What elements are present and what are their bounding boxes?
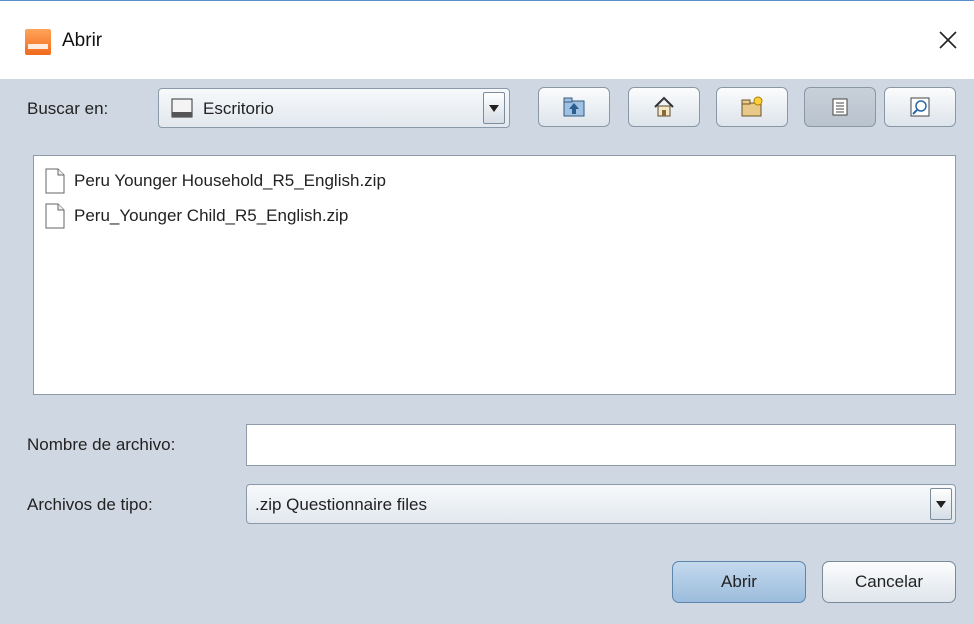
open-button[interactable]: Abrir [672, 561, 806, 603]
new-folder-button[interactable] [716, 87, 788, 127]
app-icon [25, 29, 51, 55]
close-icon [939, 31, 957, 49]
close-button[interactable] [925, 17, 971, 63]
list-view-button[interactable] [804, 87, 876, 127]
new-folder-icon [741, 96, 763, 117]
cancel-button[interactable]: Cancelar [822, 561, 956, 603]
home-icon [654, 96, 674, 117]
chevron-down-icon[interactable] [930, 488, 952, 520]
filetype-value: .zip Questionnaire files [255, 495, 427, 514]
file-item[interactable]: Peru_Younger Child_R5_English.zip [44, 201, 348, 231]
filetype-label: Archivos de tipo: [27, 495, 153, 514]
up-folder-button[interactable] [538, 87, 610, 127]
filename-input[interactable] [246, 424, 956, 466]
title-bar: Abrir [0, 0, 974, 79]
details-view-button[interactable] [884, 87, 956, 127]
chevron-down-icon[interactable] [483, 92, 505, 124]
desktop-icon [171, 98, 193, 118]
home-button[interactable] [628, 87, 700, 127]
file-item[interactable]: Peru Younger Household_R5_English.zip [44, 166, 386, 196]
list-view-icon [832, 98, 848, 116]
look-in-value: Escritorio [203, 99, 274, 118]
file-icon [45, 203, 65, 229]
window-title: Abrir [62, 30, 103, 51]
details-view-icon [910, 97, 930, 117]
look-in-combo[interactable]: Escritorio [158, 88, 510, 128]
filetype-combo[interactable]: .zip Questionnaire files [246, 484, 956, 524]
file-list[interactable]: Peru Younger Household_R5_English.zip Pe… [33, 155, 956, 395]
filename-label: Nombre de archivo: [27, 435, 176, 454]
file-name: Peru_Younger Child_R5_English.zip [74, 206, 349, 225]
up-folder-icon [563, 97, 585, 117]
file-icon [45, 168, 65, 194]
look-in-label: Buscar en: [27, 99, 109, 118]
file-name: Peru Younger Household_R5_English.zip [74, 171, 386, 190]
